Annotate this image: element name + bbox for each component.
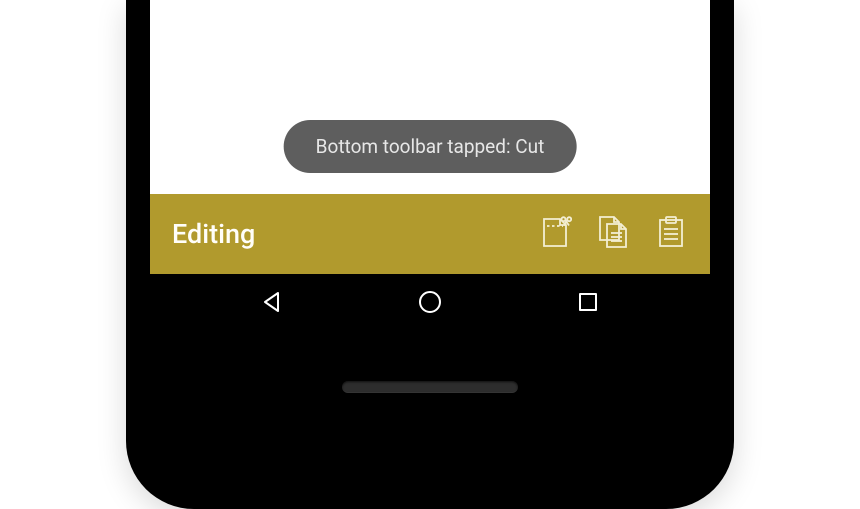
nav-back-button[interactable] [258, 290, 286, 318]
cut-button[interactable] [538, 217, 572, 251]
toolbar-actions [538, 217, 688, 251]
toolbar-title: Editing [172, 218, 538, 250]
paste-button[interactable] [654, 217, 688, 251]
paste-icon [654, 215, 688, 253]
toast-message: Bottom toolbar tapped: Cut [284, 120, 577, 173]
nav-home-button[interactable] [416, 290, 444, 318]
phone-frame: Bottom toolbar tapped: Cut Editing [126, 0, 734, 509]
nav-recent-button[interactable] [574, 290, 602, 318]
back-triangle-icon [260, 290, 284, 318]
bottom-toolbar: Editing [150, 194, 710, 274]
phone-speaker [342, 381, 518, 393]
copy-button[interactable] [596, 217, 630, 251]
system-nav-bar [150, 274, 710, 333]
copy-icon [596, 215, 630, 253]
content-area: Bottom toolbar tapped: Cut [150, 0, 710, 194]
phone-chin [150, 333, 710, 509]
home-circle-icon [417, 289, 443, 319]
screen: Bottom toolbar tapped: Cut Editing [150, 0, 710, 333]
cut-icon [538, 215, 572, 253]
recent-square-icon [577, 291, 599, 317]
